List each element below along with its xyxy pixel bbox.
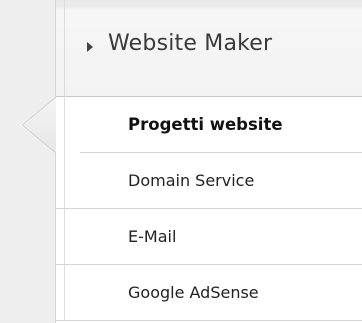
menu-item-progetti-website[interactable]: Progetti website (56, 97, 362, 153)
menu-item-google-adsense[interactable]: Google AdSense (56, 265, 362, 321)
menu-item-e-mail[interactable]: E-Mail (56, 209, 362, 265)
left-sidebar-strip (0, 0, 56, 323)
menu-item-label: Domain Service (128, 171, 255, 190)
active-item-pointer (20, 97, 80, 153)
triangle-right-icon (87, 42, 93, 52)
section-header[interactable]: Website Maker (56, 0, 362, 97)
section-title: Website Maker (108, 31, 273, 56)
menu-item-label: Progetti website (128, 115, 283, 134)
menu-item-label: E-Mail (128, 227, 177, 246)
submenu-list: Progetti website Domain Service E-Mail G… (56, 97, 362, 321)
menu-item-label: Google AdSense (128, 283, 259, 302)
menu-divider-line (64, 153, 65, 208)
menu-divider-line (64, 265, 65, 320)
website-maker-nav-panel: Website Maker Progetti website Domain Se… (0, 0, 362, 323)
menu-divider-line (64, 209, 65, 264)
header-divider-line (64, 0, 65, 97)
menu-item-domain-service[interactable]: Domain Service (56, 153, 362, 209)
